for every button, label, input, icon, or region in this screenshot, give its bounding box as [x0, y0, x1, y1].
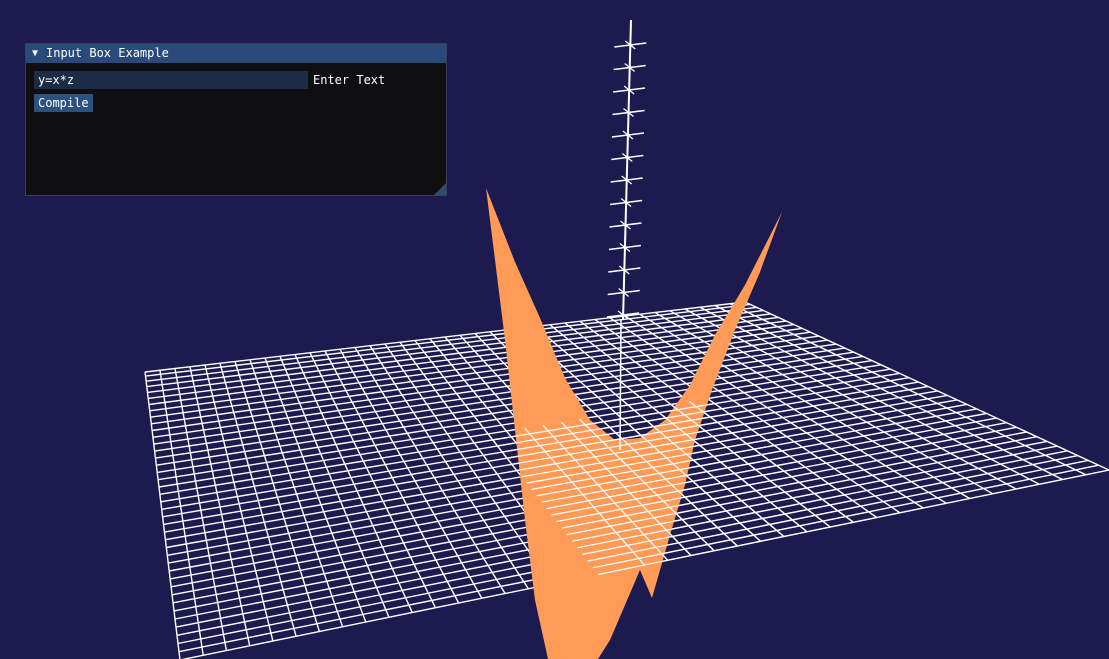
input-label: Enter Text	[313, 73, 386, 87]
grid-line	[204, 364, 274, 642]
grid-line	[729, 303, 1087, 476]
resize-grip[interactable]	[434, 183, 446, 195]
y-axis-line	[619, 319, 622, 451]
equation-input[interactable]	[34, 71, 308, 89]
grid-line	[699, 306, 1040, 485]
input-box-window[interactable]: ▼Input Box Example Enter Text Compile	[25, 43, 447, 196]
window-titlebar[interactable]: ▼ Input Box Example	[26, 44, 446, 63]
grid-line	[189, 366, 251, 646]
compile-button[interactable]: Compile	[34, 94, 93, 112]
grid-line	[219, 363, 297, 637]
input-row: Enter Text	[34, 71, 385, 89]
y-axis	[607, 19, 647, 451]
triangle-down-icon[interactable]: ▼	[32, 44, 46, 63]
window-title: Input Box Example	[46, 46, 169, 60]
